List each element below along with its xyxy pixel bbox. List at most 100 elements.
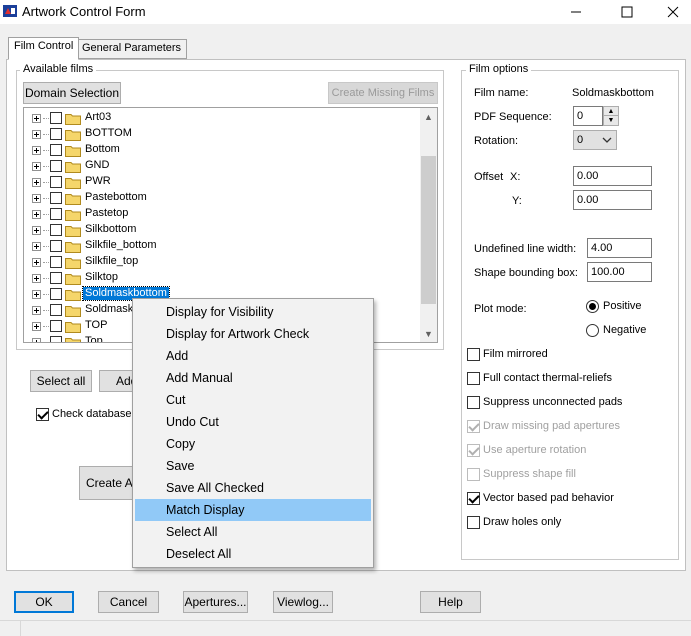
pdf-sequence-spinner[interactable]: ▲ ▼ — [603, 106, 619, 126]
tree-row[interactable]: Silkfile_bottom — [24, 238, 424, 254]
film-label: Soldmask — [85, 303, 134, 315]
menu-item[interactable]: Cut — [135, 389, 371, 411]
menu-item[interactable]: Save All Checked — [135, 477, 371, 499]
folder-icon — [65, 162, 81, 173]
tab-general-parameters[interactable]: General Parameters — [76, 39, 188, 59]
menu-item[interactable]: Add Manual — [135, 367, 371, 389]
create-missing-films-button[interactable]: Create Missing Films — [328, 82, 438, 104]
close-button[interactable] — [650, 0, 691, 24]
offset-y-label: Y: — [512, 195, 522, 207]
tree-connector — [43, 118, 49, 119]
spin-down-icon[interactable]: ▼ — [604, 116, 618, 125]
check-database-checkbox[interactable] — [36, 408, 49, 421]
option-checkbox[interactable] — [467, 420, 480, 433]
film-checkbox[interactable] — [50, 304, 62, 316]
apertures-button[interactable]: Apertures... — [183, 591, 248, 613]
pdf-sequence-input[interactable]: 0 — [573, 106, 603, 126]
film-checkbox[interactable] — [50, 288, 62, 300]
scroll-thumb[interactable] — [421, 156, 436, 304]
tree-row[interactable]: Silkbottom — [24, 222, 424, 238]
film-checkbox[interactable] — [50, 336, 62, 342]
menu-item[interactable]: Copy — [135, 433, 371, 455]
film-checkbox[interactable] — [50, 176, 62, 188]
tree-connector — [43, 150, 49, 151]
film-label: Art03 — [85, 111, 112, 123]
scroll-up-icon[interactable]: ▲ — [420, 108, 437, 125]
viewlog-button[interactable]: Viewlog... — [273, 591, 333, 613]
tree-row[interactable]: Pastetop — [24, 206, 424, 222]
expand-icon[interactable] — [32, 338, 41, 342]
select-all-button[interactable]: Select all — [30, 370, 92, 392]
offset-x-input[interactable]: 0.00 — [573, 166, 652, 186]
menu-item[interactable]: Display for Artwork Check — [135, 323, 371, 345]
expand-icon[interactable] — [32, 274, 41, 283]
film-checkbox[interactable] — [50, 112, 62, 124]
expand-icon[interactable] — [32, 242, 41, 251]
tree-row[interactable]: Art03 — [24, 110, 424, 126]
tree-connector — [43, 182, 49, 183]
tree-row[interactable]: Silkfile_top — [24, 254, 424, 270]
film-checkbox[interactable] — [50, 160, 62, 172]
tree-row[interactable]: Bottom — [24, 142, 424, 158]
tree-row[interactable]: PWR — [24, 174, 424, 190]
scroll-down-icon[interactable]: ▼ — [420, 325, 437, 342]
expand-icon[interactable] — [32, 226, 41, 235]
cancel-button[interactable]: Cancel — [98, 591, 159, 613]
minimize-button[interactable] — [553, 0, 599, 24]
expand-icon[interactable] — [32, 178, 41, 187]
check-database-label: Check database — [52, 408, 132, 420]
menu-item[interactable]: Match Display — [135, 499, 371, 521]
rotation-select[interactable]: 0 — [573, 130, 617, 150]
menu-item[interactable]: Undo Cut — [135, 411, 371, 433]
help-button[interactable]: Help — [420, 591, 481, 613]
maximize-icon — [621, 6, 633, 18]
rotation-label: Rotation: — [474, 135, 519, 147]
film-checkbox[interactable] — [50, 144, 62, 156]
option-checkbox[interactable] — [467, 348, 480, 361]
tree-row[interactable]: GND — [24, 158, 424, 174]
menu-item[interactable]: Display for Visibility — [135, 301, 371, 323]
undefined-line-width-input[interactable]: 4.00 — [587, 238, 652, 258]
option-checkbox[interactable] — [467, 516, 480, 529]
tree-row[interactable]: Pastebottom — [24, 190, 424, 206]
expand-icon[interactable] — [32, 146, 41, 155]
plot-negative-radio[interactable] — [586, 324, 599, 337]
film-checkbox[interactable] — [50, 208, 62, 220]
tree-scrollbar[interactable]: ▲ ▼ — [420, 108, 437, 342]
maximize-button[interactable] — [604, 0, 650, 24]
film-checkbox[interactable] — [50, 272, 62, 284]
expand-icon[interactable] — [32, 290, 41, 299]
expand-icon[interactable] — [32, 194, 41, 203]
expand-icon[interactable] — [32, 114, 41, 123]
ok-button[interactable]: OK — [14, 591, 74, 613]
expand-icon[interactable] — [32, 210, 41, 219]
option-checkbox[interactable] — [467, 396, 480, 409]
menu-item[interactable]: Deselect All — [135, 543, 371, 565]
film-checkbox[interactable] — [50, 128, 62, 140]
option-checkbox[interactable] — [467, 444, 480, 457]
expand-icon[interactable] — [32, 322, 41, 331]
film-checkbox[interactable] — [50, 192, 62, 204]
film-checkbox[interactable] — [50, 224, 62, 236]
domain-selection-button[interactable]: Domain Selection — [23, 82, 121, 104]
tab-film-control[interactable]: Film Control — [8, 37, 80, 60]
menu-item[interactable]: Save — [135, 455, 371, 477]
shape-bounding-box-input[interactable]: 100.00 — [587, 262, 652, 282]
tree-row[interactable]: BOTTOM — [24, 126, 424, 142]
expand-icon[interactable] — [32, 162, 41, 171]
tree-row[interactable]: Silktop — [24, 270, 424, 286]
spin-up-icon[interactable]: ▲ — [604, 107, 618, 116]
plot-positive-radio[interactable] — [586, 300, 599, 313]
menu-item[interactable]: Select All — [135, 521, 371, 543]
film-checkbox[interactable] — [50, 256, 62, 268]
option-checkbox[interactable] — [467, 468, 480, 481]
option-checkbox[interactable] — [467, 372, 480, 385]
expand-icon[interactable] — [32, 258, 41, 267]
option-checkbox[interactable] — [467, 492, 480, 505]
film-checkbox[interactable] — [50, 240, 62, 252]
offset-y-input[interactable]: 0.00 — [573, 190, 652, 210]
expand-icon[interactable] — [32, 306, 41, 315]
expand-icon[interactable] — [32, 130, 41, 139]
menu-item[interactable]: Add — [135, 345, 371, 367]
film-checkbox[interactable] — [50, 320, 62, 332]
